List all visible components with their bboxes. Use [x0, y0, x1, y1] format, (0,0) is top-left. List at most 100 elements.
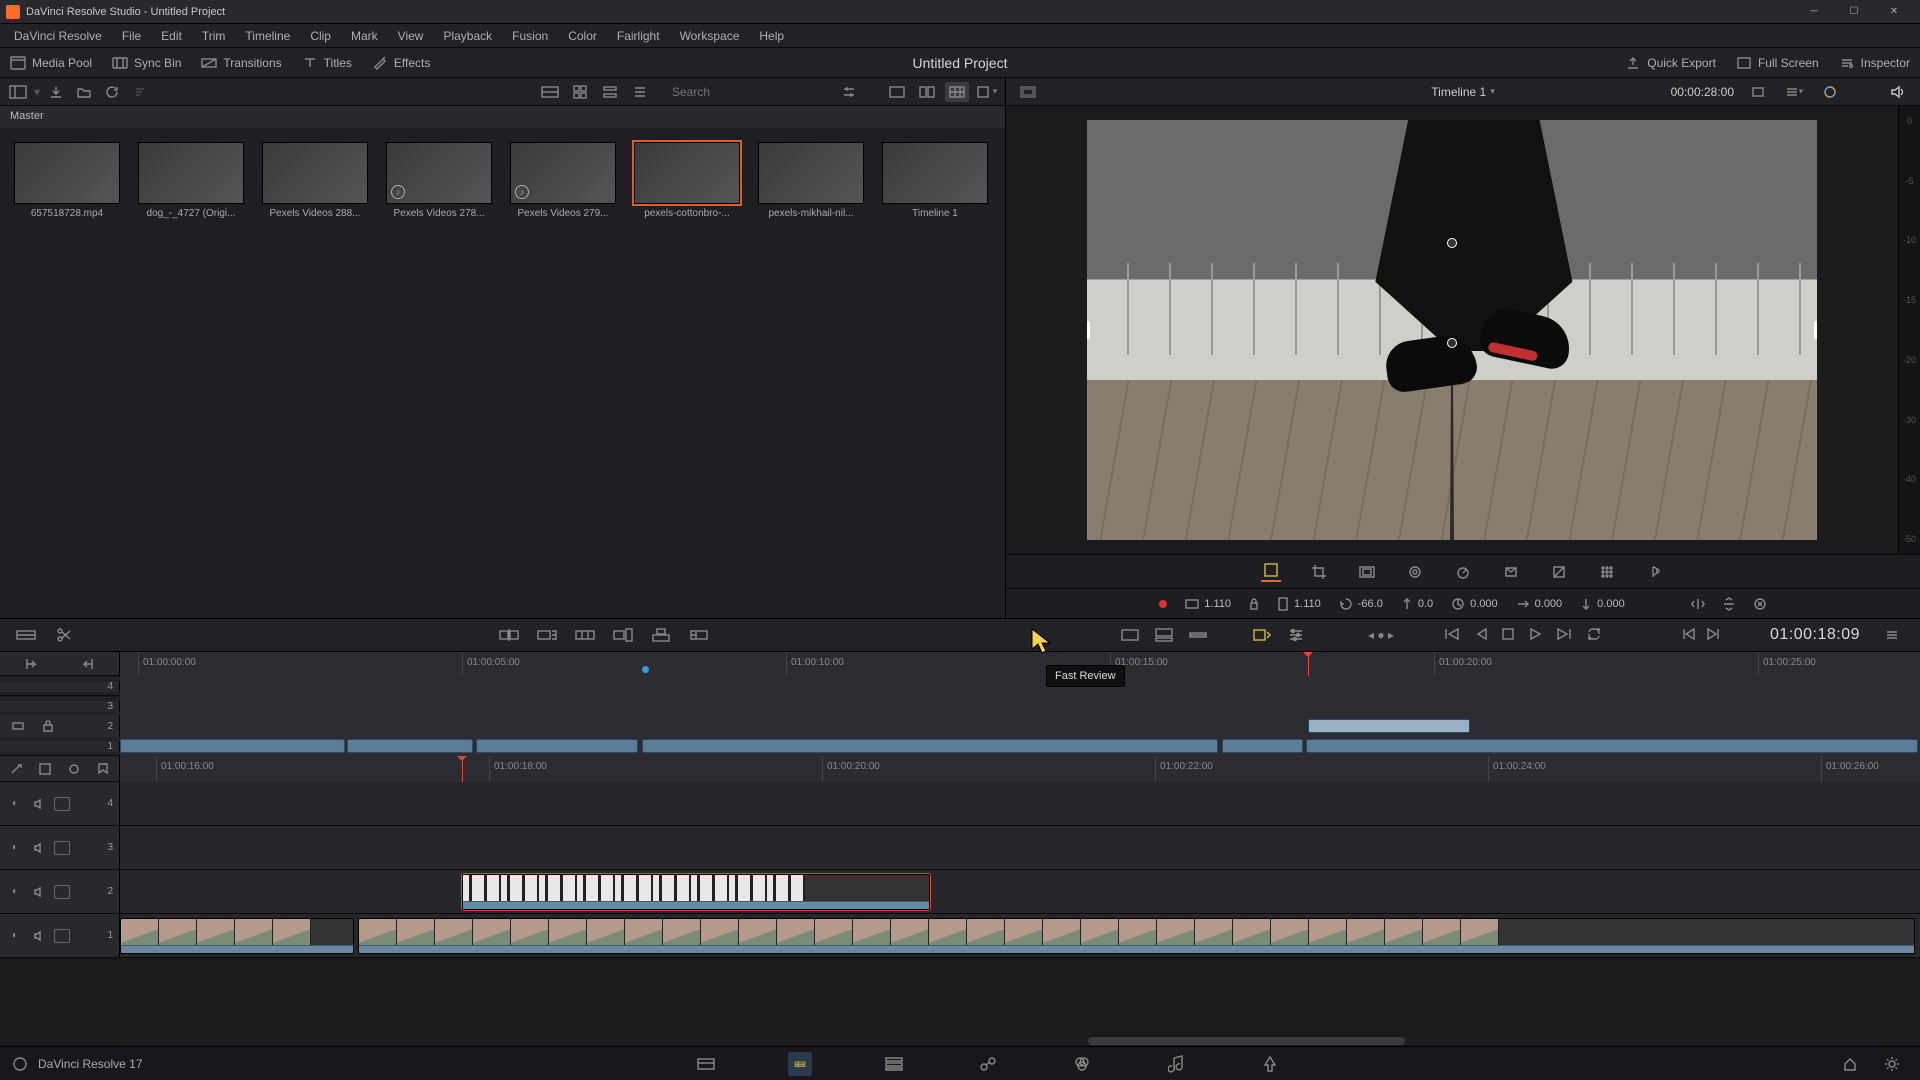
transform-handle[interactable] — [1447, 238, 1457, 248]
source-overwrite-button[interactable] — [687, 624, 711, 646]
timeline-clip[interactable] — [462, 874, 930, 910]
timeline-scrollbar[interactable] — [120, 1036, 1880, 1046]
cut-page-button[interactable] — [788, 1052, 812, 1076]
crop-tool-button[interactable] — [1309, 562, 1329, 582]
prev-edit-button[interactable] — [1682, 627, 1696, 644]
safe-area-toggle[interactable] — [1016, 82, 1040, 102]
speed-button[interactable] — [1453, 562, 1473, 582]
yaw-value[interactable]: 0.000 — [1470, 598, 1498, 610]
viewer-grid-button[interactable] — [945, 82, 969, 102]
step-forward-button[interactable] — [1556, 627, 1572, 644]
sync-bin-button[interactable]: Sync Bin — [102, 48, 191, 77]
mini-clip[interactable] — [642, 739, 1218, 753]
track-enable-button[interactable]: ◐ — [6, 796, 24, 812]
pos-x-value[interactable]: 0.000 — [1535, 598, 1563, 610]
refresh-button[interactable] — [100, 82, 124, 102]
mini-clip[interactable] — [1308, 719, 1470, 733]
bin-list-toggle[interactable] — [6, 82, 30, 102]
media-clip[interactable]: ♪Pexels Videos 279... — [510, 142, 616, 219]
stop-button[interactable] — [1502, 628, 1514, 643]
media-clip[interactable]: pexels-mikhail-nil... — [758, 142, 864, 219]
audio-tool-button[interactable] — [1645, 562, 1665, 582]
link-button[interactable] — [65, 758, 84, 780]
timeline-options-button[interactable] — [1284, 624, 1308, 646]
bypass-grades-button[interactable] — [1746, 82, 1770, 102]
track-enable-button[interactable]: ◐ — [6, 928, 24, 944]
transform-handle[interactable] — [1447, 338, 1457, 348]
menu-davinci[interactable]: DaVinci Resolve — [4, 24, 112, 48]
timeline-clip[interactable] — [358, 918, 1915, 954]
track-lock-button[interactable] — [36, 715, 60, 737]
upper-timeline-ruler[interactable]: 01:00:00:0001:00:05:0001:00:10:0001:00:1… — [120, 652, 1920, 676]
mute-button[interactable] — [1886, 82, 1910, 102]
color-tool-button[interactable] — [1549, 562, 1569, 582]
full-screen-button[interactable]: Full Screen — [1726, 48, 1829, 77]
mini-track[interactable] — [120, 676, 1920, 696]
project-manager-button[interactable] — [1838, 1052, 1862, 1076]
track-lock-button[interactable] — [54, 885, 70, 899]
menu-fusion[interactable]: Fusion — [502, 24, 558, 48]
media-clip[interactable]: Timeline 1 — [882, 142, 988, 219]
razor-tool-button[interactable] — [6, 758, 25, 780]
boring-detector-button[interactable] — [14, 624, 38, 646]
flip-h-button[interactable] — [1691, 598, 1705, 610]
media-clip[interactable]: Pexels Videos 288... — [262, 142, 368, 219]
append-button[interactable] — [535, 624, 559, 646]
import-folder-button[interactable] — [72, 82, 96, 102]
transform-side-handle[interactable] — [1814, 321, 1817, 339]
import-media-button[interactable] — [44, 82, 68, 102]
media-clip[interactable]: 657518728.mp4 — [14, 142, 120, 219]
effects-button[interactable]: Effects — [362, 48, 440, 77]
sort-menu[interactable] — [128, 82, 152, 102]
grid-tool-button[interactable] — [1597, 562, 1617, 582]
lock-aspect-button[interactable] — [1249, 598, 1259, 610]
mini-clip[interactable] — [1306, 739, 1918, 753]
go-to-start-button[interactable] — [1444, 627, 1460, 644]
media-clip[interactable]: ♪Pexels Videos 278... — [386, 142, 492, 219]
edit-page-button[interactable] — [882, 1052, 906, 1076]
play-button[interactable] — [1528, 627, 1542, 644]
next-edit-button[interactable] — [1706, 627, 1720, 644]
snap-button[interactable] — [35, 758, 54, 780]
transform-side-handle[interactable] — [1087, 321, 1090, 339]
color-page-button[interactable] — [1070, 1052, 1094, 1076]
project-settings-button[interactable] — [1880, 1052, 1904, 1076]
timecode-menu-button[interactable] — [1880, 624, 1904, 646]
mini-clip[interactable] — [347, 739, 473, 753]
timeline-in-button[interactable] — [19, 653, 43, 675]
ripple-overwrite-button[interactable] — [573, 624, 597, 646]
lower-playhead[interactable] — [462, 756, 463, 782]
track-sync-button[interactable] — [6, 715, 30, 737]
track-mute-button[interactable] — [30, 928, 48, 944]
mini-track[interactable] — [120, 736, 1920, 756]
menu-color[interactable]: Color — [558, 24, 607, 48]
media-clip[interactable]: dog_-_4727 (Origi... — [138, 142, 244, 219]
menu-playback[interactable]: Playback — [433, 24, 502, 48]
viewer-canvas[interactable] — [1006, 106, 1898, 554]
track-lock-button[interactable] — [54, 929, 70, 943]
menu-view[interactable]: View — [388, 24, 434, 48]
media-pool-button[interactable]: Media Pool — [0, 48, 102, 77]
smart-insert-button[interactable] — [497, 624, 521, 646]
upper-playhead[interactable] — [1308, 652, 1309, 676]
flip-v-button[interactable] — [1723, 597, 1735, 611]
track-mute-button[interactable] — [30, 840, 48, 856]
transitions-button[interactable]: Transitions — [191, 48, 291, 77]
av-button[interactable] — [1152, 624, 1176, 646]
zoom-y-value[interactable]: 1.110 — [1294, 598, 1321, 610]
quick-export-button[interactable]: Quick Export — [1615, 48, 1726, 77]
metadata-view-button[interactable] — [538, 82, 562, 102]
mini-clip[interactable] — [476, 739, 638, 753]
viewer-timeline-name[interactable]: Timeline 1 — [1431, 85, 1486, 99]
current-timecode[interactable]: 01:00:18:09 — [1770, 626, 1870, 644]
menu-trim[interactable]: Trim — [192, 24, 236, 48]
track-lock-button[interactable] — [54, 841, 70, 855]
zoom-x-value[interactable]: 1.110 — [1204, 598, 1231, 610]
marker-button[interactable] — [94, 758, 113, 780]
pos-y-value[interactable]: 0.000 — [1597, 598, 1625, 610]
timeline-out-button[interactable] — [76, 653, 100, 675]
menu-clip[interactable]: Clip — [300, 24, 341, 48]
menu-file[interactable]: File — [112, 24, 151, 48]
media-page-button[interactable] — [694, 1052, 718, 1076]
inspector-button[interactable]: Inspector — [1829, 48, 1920, 77]
